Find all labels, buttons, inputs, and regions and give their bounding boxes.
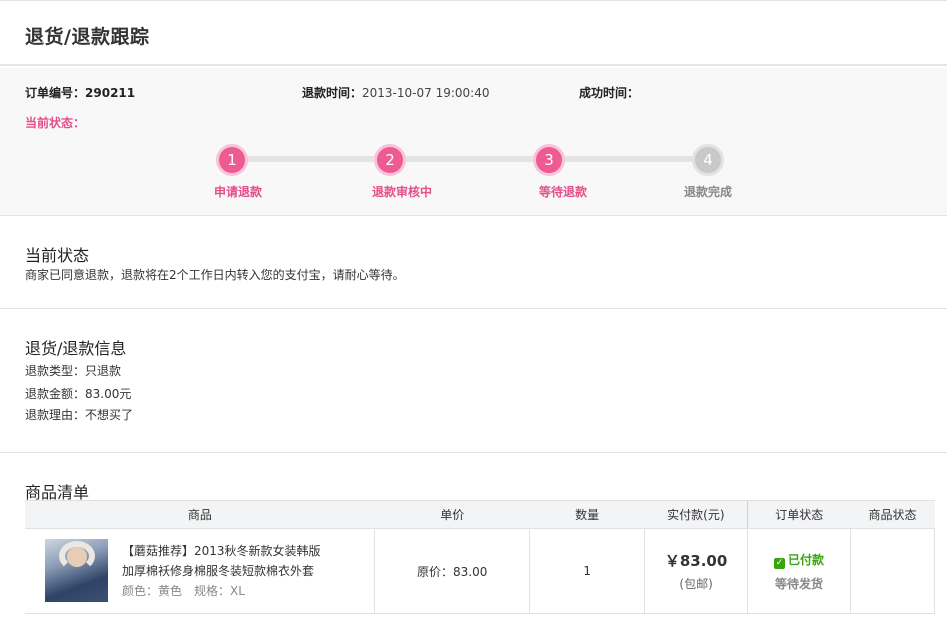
current-status-section: 当前状态 商家已同意退款，退款将在2个工作日内转入您的支付宝，请耐心等待。 <box>0 217 947 309</box>
product-spec: 颜色：黄色 规格：XL <box>122 584 245 598</box>
current-status-message: 商家已同意退款，退款将在2个工作日内转入您的支付宝，请耐心等待。 <box>25 268 405 282</box>
unit-price: 原价：83.00 <box>417 564 488 579</box>
product-tag[interactable]: 【蘑菇推荐】 <box>122 544 194 558</box>
order-substatus: 等待发货 <box>775 576 824 591</box>
step-1-label: 申请退款 <box>213 185 262 199</box>
product-cell: 【蘑菇推荐】2013秋冬新款女装韩版 加厚棉袄修身棉服冬装短款棉衣外套 颜色：黄… <box>25 528 375 614</box>
unit-price-cell: 原价：83.00 <box>374 528 530 614</box>
column-header-order-status: 订单状态 <box>747 500 851 529</box>
order-status-cell: ✓ 已付款 等待发货 <box>747 528 851 614</box>
order-number-label: 订单编号： <box>25 86 86 100</box>
success-time: 成功时间： <box>579 84 639 101</box>
page-header: 退货/退款跟踪 <box>0 0 947 66</box>
refund-reason: 退款理由：不想买了 <box>25 408 134 422</box>
refund-amount: 退款金额：83.00元 <box>25 387 132 401</box>
current-status-label: 当前状态： <box>25 116 86 130</box>
step-1-circle: 1 <box>216 144 248 176</box>
order-summary-panel: 订单编号：290211 退款时间：2013-10-07 19:00:40 成功时… <box>0 68 947 216</box>
order-number-value: 290211 <box>85 86 136 100</box>
paid-note: (包邮) <box>679 577 713 591</box>
order-status: ✓ 已付款 <box>748 551 850 569</box>
quantity-cell: 1 <box>529 528 645 614</box>
goods-table: 商品 单价 数量 实付款(元) 订单状态 商品状态 【蘑菇推荐】2013秋冬新款… <box>25 500 935 614</box>
column-header-goods-status: 商品状态 <box>850 500 935 529</box>
order-status-text: 已付款 <box>788 552 825 567</box>
product-thumbnail[interactable] <box>45 539 108 602</box>
product-name-line-1[interactable]: 【蘑菇推荐】2013秋冬新款女装韩版 <box>122 541 321 561</box>
order-number: 订单编号：290211 <box>25 84 135 101</box>
column-header-paid: 实付款(元) <box>644 500 748 529</box>
quantity: 1 <box>583 564 591 578</box>
refund-time-value: 2013-10-07 19:00:40 <box>362 86 490 100</box>
refund-info-section: 退货/退款信息 退款类型：只退款 退款金额：83.00元 退款理由：不想买了 <box>0 309 947 453</box>
column-header-quantity: 数量 <box>529 500 645 529</box>
product-text: 【蘑菇推荐】2013秋冬新款女装韩版 加厚棉袄修身棉服冬装短款棉衣外套 颜色：黄… <box>122 541 321 601</box>
column-header-unit-price: 单价 <box>374 500 530 529</box>
paid-amount: ￥83.00 <box>664 552 728 570</box>
refund-progress-stepper: 1 2 3 4 申请退款 退款审核中 等待退款 退款完成 <box>0 144 947 204</box>
product-name[interactable]: 2013秋冬新款女装韩版 <box>194 544 321 558</box>
progress-track <box>232 156 708 162</box>
column-header-goods: 商品 <box>25 500 375 529</box>
refund-info-title: 退货/退款信息 <box>25 339 127 358</box>
paid-cell: ￥83.00 (包邮) <box>644 528 748 614</box>
table-row: 【蘑菇推荐】2013秋冬新款女装韩版 加厚棉袄修身棉服冬装短款棉衣外套 颜色：黄… <box>25 528 935 614</box>
check-icon: ✓ <box>774 557 786 569</box>
step-3-circle: 3 <box>533 144 565 176</box>
current-status-title: 当前状态 <box>25 246 90 265</box>
refund-time-label: 退款时间： <box>302 86 363 100</box>
step-2-label: 退款审核中 <box>371 185 432 199</box>
page-title: 退货/退款跟踪 <box>25 26 150 48</box>
step-3-label: 等待退款 <box>538 185 587 199</box>
product-name-line-2[interactable]: 加厚棉袄修身棉服冬装短款棉衣外套 <box>122 561 321 581</box>
thumbnail-face-shape <box>67 547 87 567</box>
goods-status-cell <box>850 528 935 614</box>
refund-time: 退款时间：2013-10-07 19:00:40 <box>302 84 489 101</box>
success-time-label: 成功时间： <box>579 86 640 100</box>
refund-type: 退款类型：只退款 <box>25 364 122 378</box>
step-4-label: 退款完成 <box>683 185 732 199</box>
step-4-circle: 4 <box>692 144 724 176</box>
step-2-circle: 2 <box>374 144 406 176</box>
goods-table-header: 商品 单价 数量 实付款(元) 订单状态 商品状态 <box>25 500 935 529</box>
